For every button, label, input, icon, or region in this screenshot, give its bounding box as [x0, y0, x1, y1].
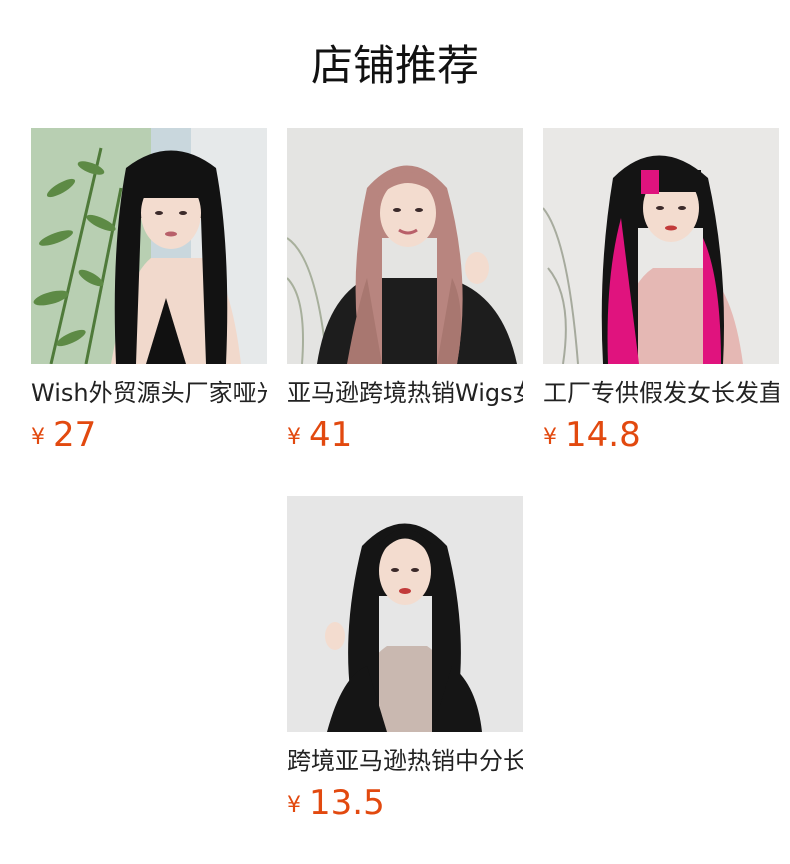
product-card-4[interactable]: 跨境亚马逊热销中分长卷发假发 ¥13.5 [287, 496, 523, 828]
product-price: ¥14.8 [543, 416, 779, 460]
price-amount: 13.5 [309, 783, 385, 823]
currency-symbol: ¥ [543, 425, 557, 450]
product-card-3[interactable]: 工厂专供假发女长发直发挑染 ¥14.8 [543, 128, 779, 460]
product-price: ¥41 [287, 416, 523, 460]
price-amount: 14.8 [565, 415, 641, 455]
page-title: 店铺推荐 [310, 41, 479, 90]
product-price: ¥27 [31, 416, 267, 460]
product-card-2[interactable]: 亚马逊跨境热销Wigs女士长卷发 ¥41 [287, 128, 523, 460]
product-name[interactable]: 亚马逊跨境热销Wigs女士长卷发 [287, 376, 523, 410]
product-card-1[interactable]: Wish外贸源头厂家哑光高温丝长卷发 ¥27 [31, 128, 267, 460]
product-name[interactable]: 工厂专供假发女长发直发挑染 [543, 376, 779, 410]
product-image[interactable] [31, 128, 267, 364]
product-price: ¥13.5 [287, 784, 523, 828]
product-image[interactable] [287, 496, 523, 732]
product-name[interactable]: 跨境亚马逊热销中分长卷发假发 [287, 744, 523, 778]
price-amount: 41 [309, 415, 353, 455]
currency-symbol: ¥ [287, 425, 301, 450]
product-image[interactable] [287, 128, 523, 364]
product-image[interactable] [543, 128, 779, 364]
currency-symbol: ¥ [287, 793, 301, 818]
price-amount: 27 [53, 415, 97, 455]
currency-symbol: ¥ [31, 425, 45, 450]
product-name[interactable]: Wish外贸源头厂家哑光高温丝长卷发 [31, 376, 267, 410]
